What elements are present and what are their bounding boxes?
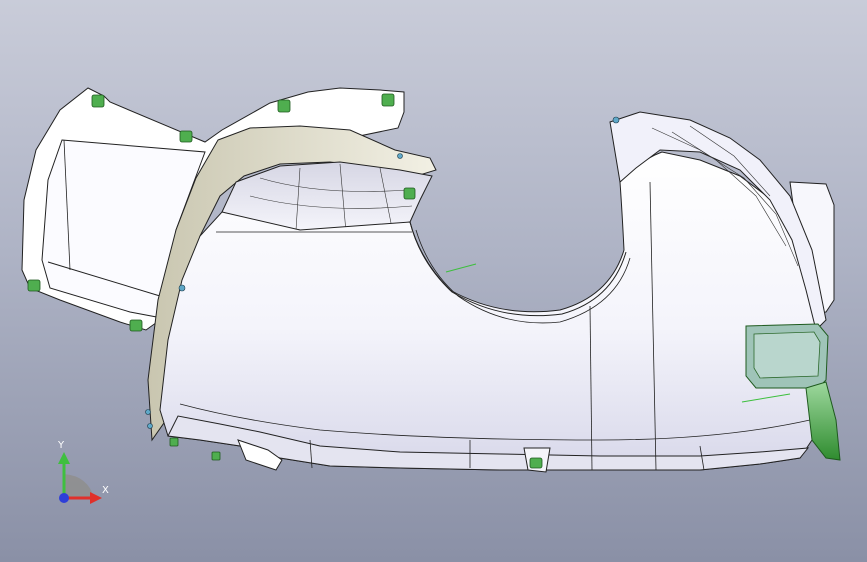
clip-icon <box>129 319 143 332</box>
y-axis-label: Y <box>58 440 65 451</box>
clip-icon <box>277 99 291 113</box>
clip-icon <box>27 279 41 292</box>
screw-icon <box>145 409 151 415</box>
screw-icon <box>612 116 620 124</box>
clip-icon <box>179 130 193 143</box>
clip-icon <box>529 457 543 469</box>
screw-icon <box>397 153 403 159</box>
clip-icon <box>169 437 179 447</box>
clip-icon <box>403 187 416 200</box>
x-axis-label: X <box>102 485 109 496</box>
clip-icon <box>91 94 105 108</box>
screw-icon <box>178 284 186 292</box>
z-axis-origin-icon <box>59 493 69 503</box>
triad-shadow-icon <box>64 474 94 498</box>
screw-icon <box>147 423 153 429</box>
wheel-arch-liner-model[interactable] <box>0 0 867 562</box>
clip-icon <box>211 451 221 461</box>
clip-icon <box>381 93 395 107</box>
right-green-bracket-window <box>753 331 821 379</box>
right-green-bracket-side <box>805 381 841 461</box>
coordinate-triad: Y X <box>48 440 128 510</box>
cad-3d-viewport[interactable]: Y X <box>0 0 867 562</box>
